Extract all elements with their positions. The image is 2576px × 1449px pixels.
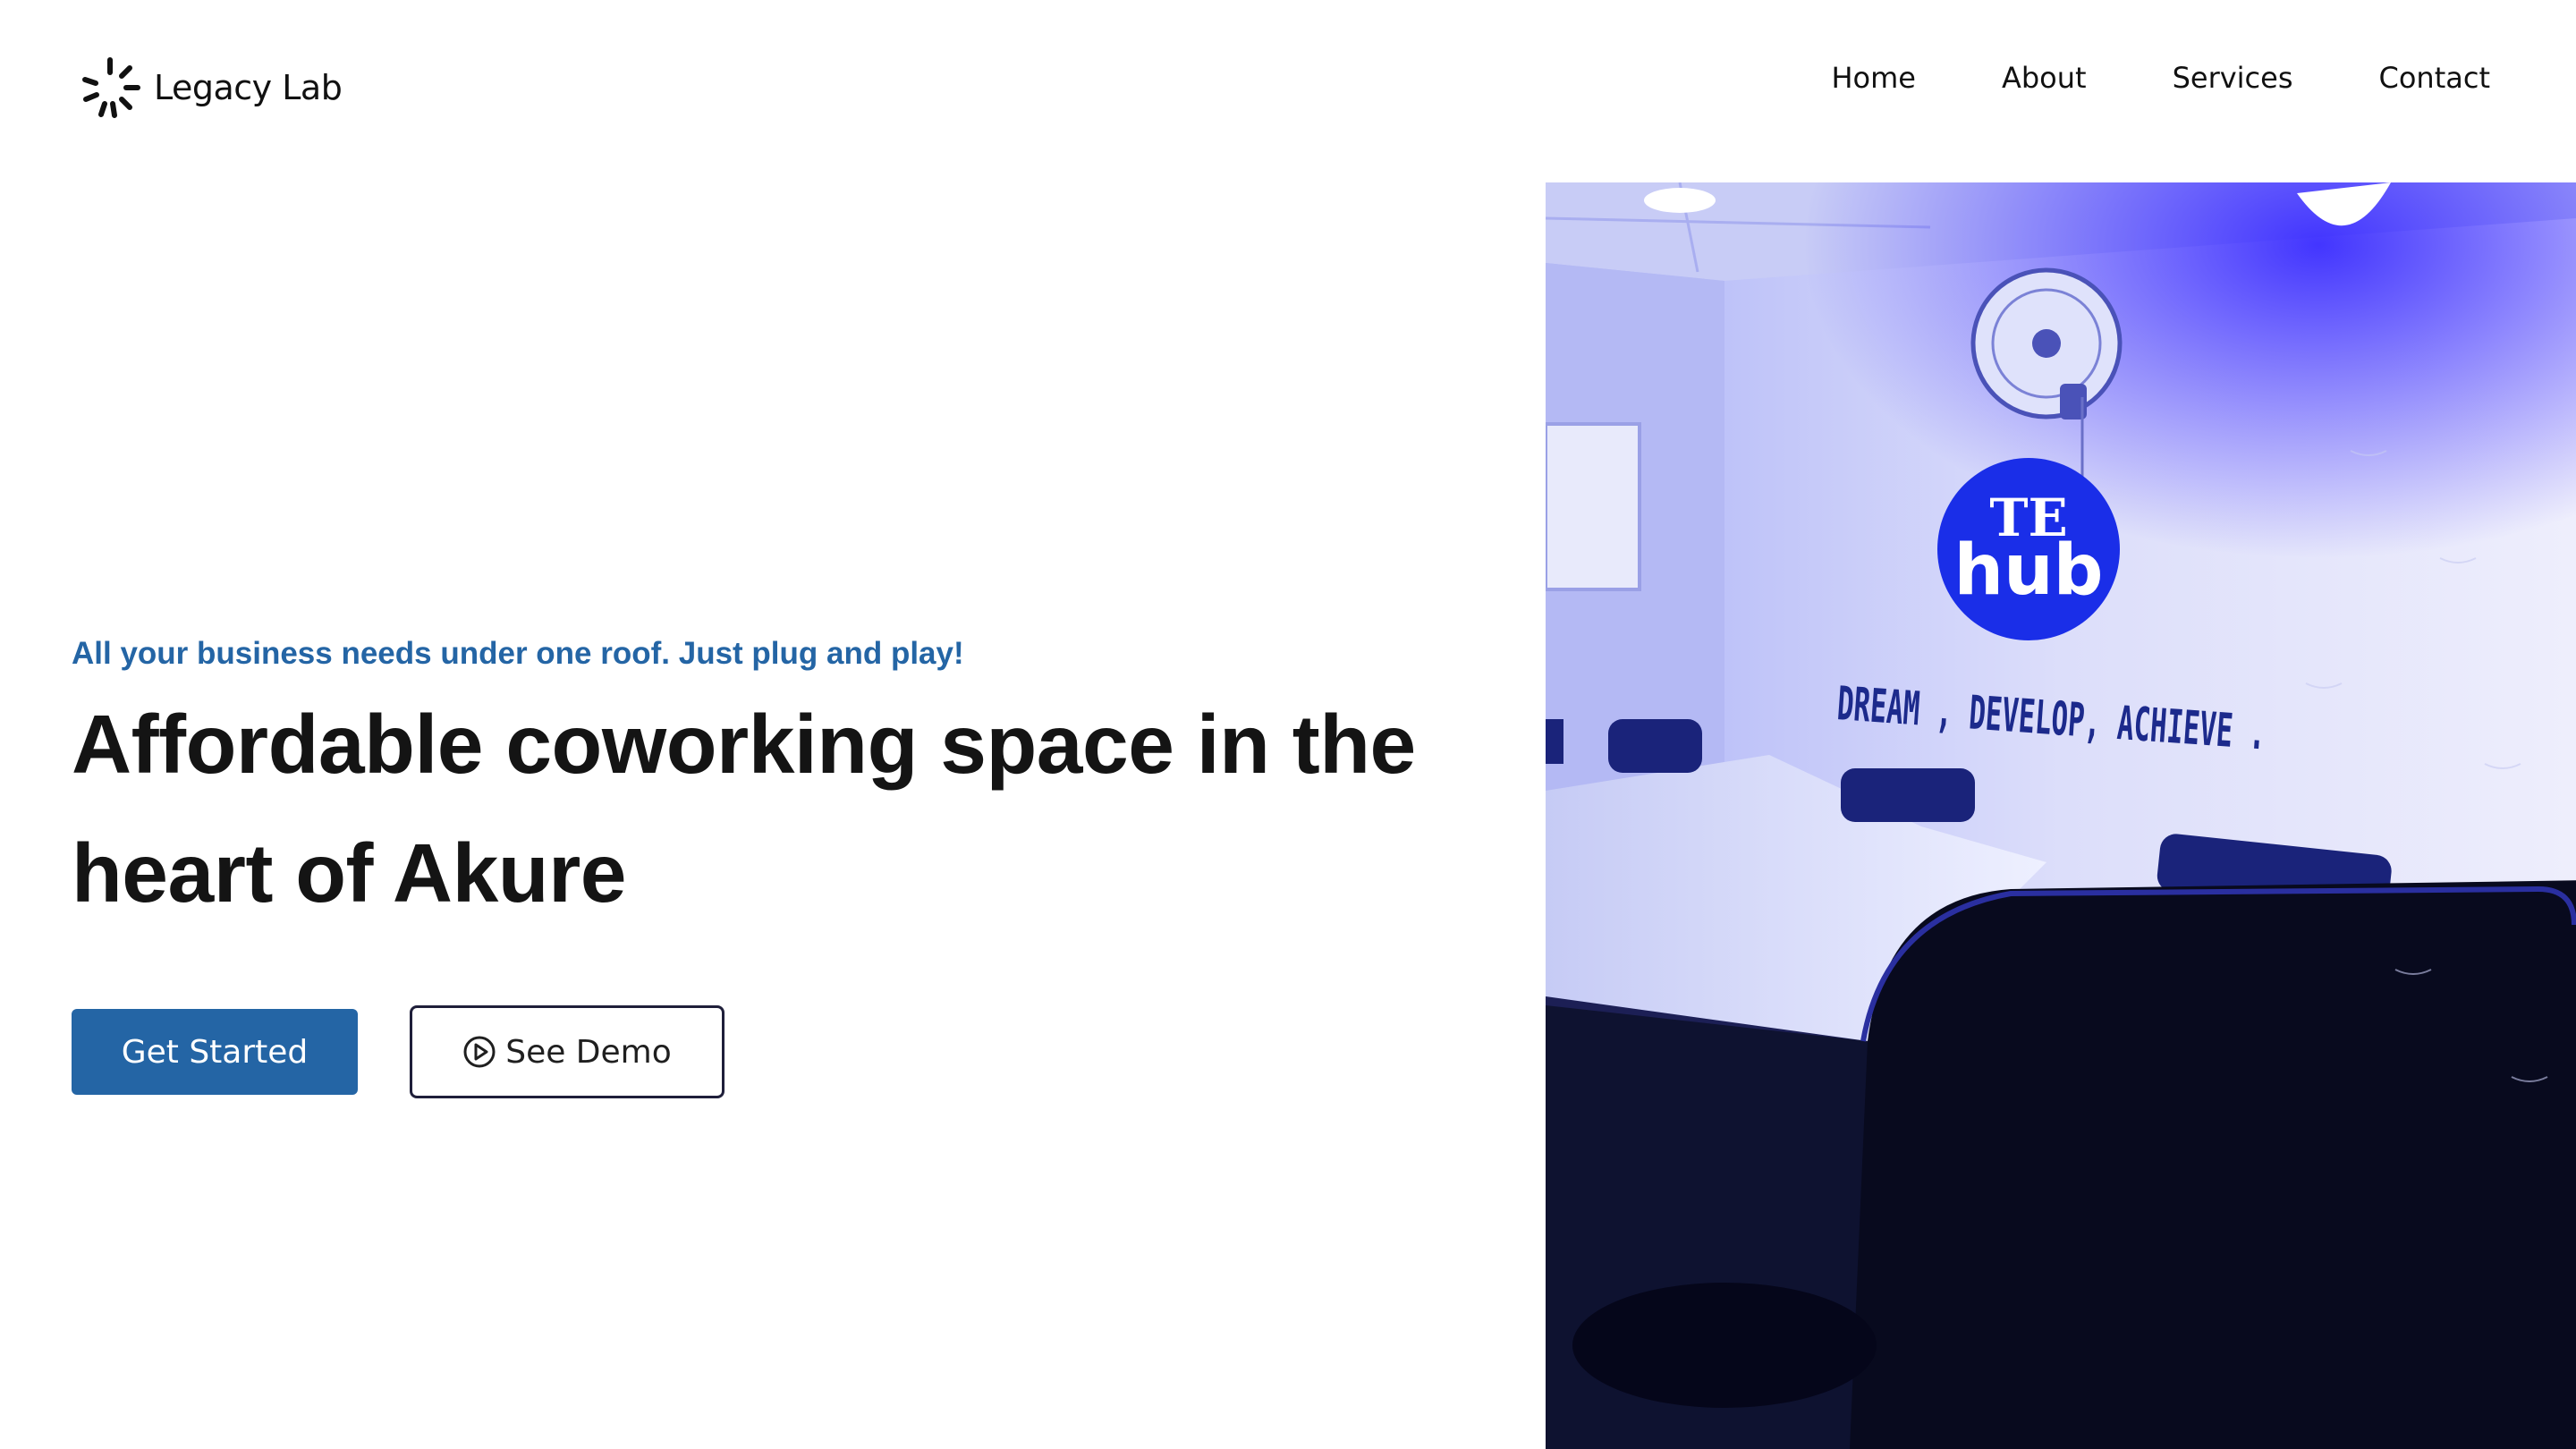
brand-logo[interactable]: Legacy Lab xyxy=(77,52,343,123)
wall-logo-hub: hub xyxy=(1954,530,2104,611)
see-demo-button[interactable]: See Demo xyxy=(410,1005,724,1098)
see-demo-label: See Demo xyxy=(505,1033,672,1071)
hero-cta-row: Get Started See Demo xyxy=(72,1005,724,1098)
get-started-button[interactable]: Get Started xyxy=(72,1009,358,1095)
nav-about[interactable]: About xyxy=(2002,61,2087,95)
hero-headline-line-2: heart of Akure xyxy=(72,826,627,919)
brand-name: Legacy Lab xyxy=(154,68,343,107)
play-circle-icon xyxy=(463,1036,496,1068)
hero-tagline: All your business needs under one roof. … xyxy=(72,636,964,671)
coworking-room-image: TE hub DREAM , DEVELOP, ACHIEVE . xyxy=(1546,182,2576,1449)
landing-page: Legacy Lab Home About Services Contact T… xyxy=(0,0,2576,1449)
nav-services[interactable]: Services xyxy=(2173,61,2293,95)
hero-headline-line-1: Affordable coworking space in the xyxy=(72,698,1416,791)
hero-content: All your business needs under one roof. … xyxy=(72,631,1467,937)
nav-home[interactable]: Home xyxy=(1831,61,1916,95)
sunburst-icon xyxy=(82,57,140,118)
hero-photo: TE hub DREAM , DEVELOP, ACHIEVE . xyxy=(1546,182,2576,1449)
hero-headline: Affordable coworking space in the heart … xyxy=(72,680,1467,937)
nav-contact[interactable]: Contact xyxy=(2379,61,2491,95)
main-nav: Home About Services Contact xyxy=(1831,61,2490,95)
